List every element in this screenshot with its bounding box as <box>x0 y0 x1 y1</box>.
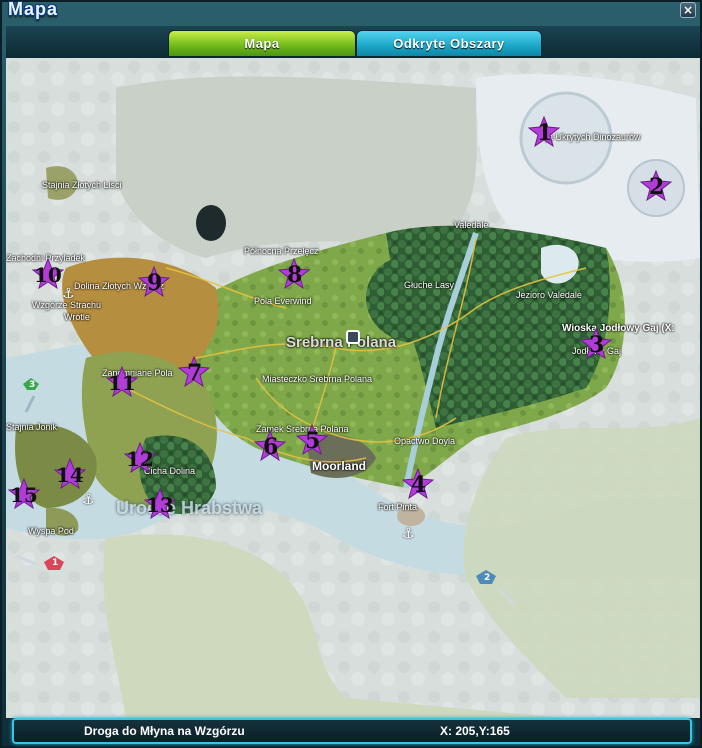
window-title: Mapa <box>8 0 59 19</box>
region-label: Valedale <box>454 220 489 230</box>
region-label: ja Ukrytych Dinozaurów <box>546 132 641 142</box>
region-label: Głuche Lasy <box>404 280 455 290</box>
region-label: Fort Pinta <box>378 502 418 512</box>
close-icon[interactable]: × <box>680 2 696 18</box>
region-label: Stajnia Jonik <box>6 422 58 432</box>
region-label: Miasteczko Srebrna Polana <box>262 374 373 384</box>
region-label: Urocze Hrabstwa <box>116 498 263 518</box>
anchor-icon[interactable]: ⚓ <box>62 286 75 302</box>
map-window: Mapa × Mapa Odkryte Obszary Stajnia Złot… <box>0 0 702 748</box>
region-label: Srebrna Polana <box>286 334 397 351</box>
region-label: Stajnia Złotych Liści <box>42 180 122 190</box>
region-label: Wyspa Pod <box>28 526 74 536</box>
anchor-icon[interactable]: ⚓ <box>402 526 415 542</box>
portal-icon <box>476 570 516 606</box>
region-label: Opactwo Doyla <box>394 436 456 446</box>
portal-icon <box>15 554 64 570</box>
status-bar: Droga do Młyna na Wzgórzu X: 205,Y:165 <box>12 718 692 744</box>
coordinates-readout: X: 205,Y:165 <box>440 724 510 738</box>
castle-icon[interactable] <box>346 330 360 344</box>
world-map[interactable]: Stajnia Złotych Liści Zachodni Przyladek… <box>6 58 700 718</box>
portal-marker-3[interactable]: 3 <box>20 376 42 416</box>
region-label: Wrótle <box>64 312 90 322</box>
anchor-icon[interactable]: ⚓ <box>82 492 95 508</box>
tab-discovered-areas[interactable]: Odkryte Obszary <box>356 30 542 57</box>
region-label: Pola Everwind <box>254 296 312 306</box>
tab-map[interactable]: Mapa <box>168 30 356 57</box>
portal-marker-2[interactable]: 2 <box>474 568 522 610</box>
portal-marker-1[interactable]: 1 <box>12 550 70 582</box>
region-label: Jezioro Valedale <box>516 290 582 300</box>
title-bar: Mapa × <box>2 0 700 22</box>
region-label: Wioska Jodłowy Gaj (X: <box>562 323 675 334</box>
region-label: Północna Przełęcz <box>244 246 319 256</box>
tab-bar: Mapa Odkryte Obszary <box>6 26 700 58</box>
region-label: Moorland <box>312 459 366 473</box>
current-location: Droga do Młyna na Wzgórzu <box>84 724 245 738</box>
